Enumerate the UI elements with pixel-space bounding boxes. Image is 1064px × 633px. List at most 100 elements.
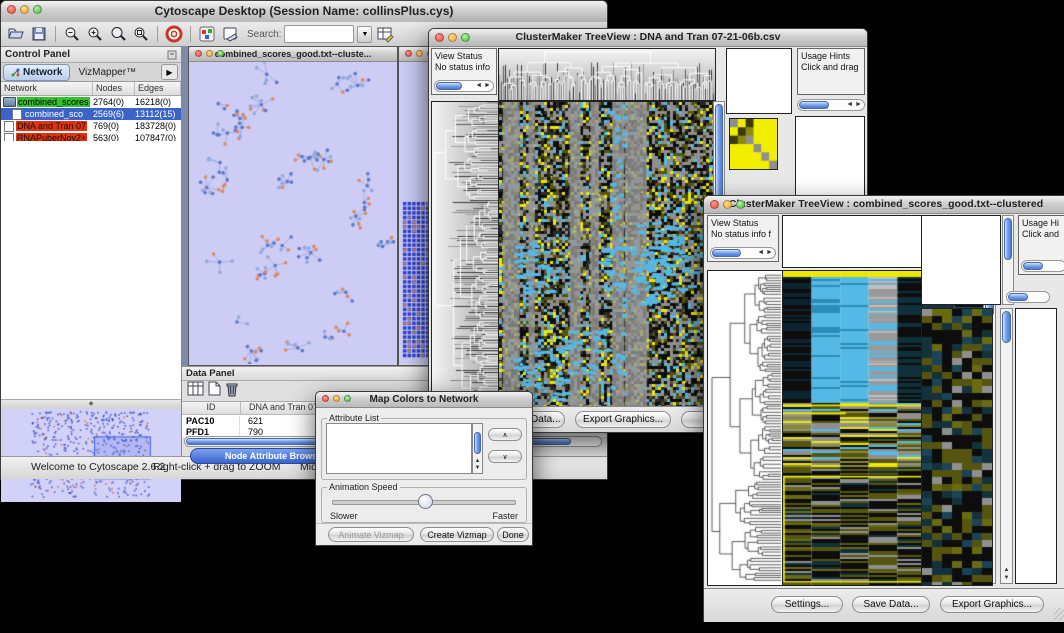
usage-hints-scrollbar[interactable] bbox=[1021, 260, 1064, 272]
scroll-arrows-icon[interactable]: ◄ ► bbox=[757, 248, 773, 258]
attribute-list[interactable] bbox=[326, 423, 472, 474]
zoom-button[interactable] bbox=[344, 395, 351, 402]
scrollbar-thumb[interactable] bbox=[712, 249, 741, 257]
zoom-out-icon[interactable] bbox=[62, 24, 82, 44]
close-button[interactable] bbox=[322, 395, 329, 402]
zoom-in-icon[interactable] bbox=[85, 24, 105, 44]
attribute-list-scrollbar[interactable]: ▲ ▼ bbox=[472, 423, 483, 474]
scroll-up-icon[interactable]: ▲ bbox=[473, 458, 482, 465]
network-table-row[interactable]: combined_sco 2569(6) 13112(15) bbox=[1, 108, 181, 120]
usage-hints-scrollbar[interactable]: ◄ ► bbox=[797, 99, 865, 111]
col-edges[interactable]: Edges bbox=[135, 82, 181, 95]
zoom-hscrollbar[interactable] bbox=[1006, 291, 1050, 303]
minimize-button[interactable] bbox=[20, 5, 29, 14]
zoom-fit-icon[interactable] bbox=[131, 24, 151, 44]
zoom-button[interactable] bbox=[461, 33, 470, 42]
tab-overflow-button[interactable]: ▶ bbox=[161, 64, 178, 80]
scrollbar-thumb[interactable] bbox=[1023, 262, 1043, 270]
minimize-button[interactable] bbox=[333, 395, 340, 402]
scroll-arrows-icon[interactable]: ◄ ► bbox=[846, 100, 862, 110]
close-button[interactable] bbox=[710, 200, 719, 209]
move-attribute-up-button[interactable]: ∧ bbox=[488, 428, 522, 441]
help-lifering-icon[interactable] bbox=[164, 24, 184, 44]
zoom-button[interactable] bbox=[33, 5, 42, 14]
tab-vizmapper[interactable]: VizMapper™ bbox=[72, 67, 142, 78]
col-nodes[interactable]: Nodes bbox=[93, 82, 135, 95]
vscrollbar-thumb[interactable] bbox=[1002, 311, 1011, 343]
done-button[interactable]: Done bbox=[497, 527, 529, 542]
window-controls[interactable] bbox=[7, 5, 42, 14]
save-icon[interactable] bbox=[29, 24, 49, 44]
zoom-button[interactable] bbox=[217, 50, 224, 57]
column-labels[interactable] bbox=[921, 215, 1001, 305]
main-title-bar[interactable]: Cytoscape Desktop (Session Name: collins… bbox=[1, 1, 607, 23]
select-attributes-icon[interactable] bbox=[187, 381, 204, 401]
vscrollbar-thumb[interactable] bbox=[715, 104, 723, 202]
vscrollbar-thumb[interactable] bbox=[1004, 218, 1012, 260]
global-heatmap[interactable] bbox=[498, 101, 714, 414]
network-view-title-bar[interactable]: combined_scores_good.txt--cluste... bbox=[189, 47, 397, 62]
move-attribute-down-button[interactable]: ∨ bbox=[488, 450, 522, 463]
col-network[interactable]: Network bbox=[1, 82, 93, 95]
delete-attribute-trash-icon[interactable] bbox=[225, 381, 239, 402]
view-status-scrollbar[interactable]: ◄ ► bbox=[710, 247, 776, 259]
close-button[interactable] bbox=[7, 5, 16, 14]
treeview2-title-bar[interactable]: ClusterMaker TreeView : combined_scores_… bbox=[704, 196, 1064, 214]
annotation-icon[interactable] bbox=[220, 24, 240, 44]
scrollbar-thumb[interactable] bbox=[1008, 293, 1028, 301]
minimize-button[interactable] bbox=[206, 50, 213, 57]
close-button[interactable] bbox=[435, 33, 444, 42]
search-dropdown-arrow-icon[interactable]: ▼ bbox=[357, 26, 372, 43]
close-button[interactable] bbox=[405, 50, 412, 57]
scroll-up-icon[interactable]: ▲ bbox=[1001, 567, 1012, 574]
vizmap-icon[interactable] bbox=[197, 24, 217, 44]
data-col-id[interactable]: ID bbox=[182, 402, 241, 414]
network-canvas[interactable] bbox=[189, 62, 395, 364]
zoom-selected-icon[interactable] bbox=[108, 24, 128, 44]
minimize-button[interactable] bbox=[723, 200, 732, 209]
tab-network[interactable]: Network bbox=[3, 64, 70, 81]
float-panel-icon[interactable] bbox=[167, 50, 177, 65]
gene-list[interactable] bbox=[1015, 308, 1057, 584]
scrollbar-thumb[interactable] bbox=[436, 82, 462, 90]
close-button[interactable] bbox=[195, 50, 202, 57]
scroll-down-icon[interactable]: ▼ bbox=[473, 465, 482, 472]
column-labels[interactable] bbox=[726, 48, 792, 114]
open-file-icon[interactable] bbox=[6, 24, 26, 44]
window-controls[interactable] bbox=[322, 395, 351, 402]
row-dendrogram[interactable] bbox=[431, 101, 499, 414]
network-table-row[interactable]: combined_scores 2764(0) 16218(0) bbox=[1, 96, 181, 108]
resize-grip[interactable] bbox=[1054, 608, 1064, 620]
minimize-button[interactable] bbox=[448, 33, 457, 42]
create-vizmap-button[interactable]: Create Vizmap bbox=[420, 527, 494, 542]
zoom-heatmap[interactable] bbox=[921, 308, 993, 586]
treeview1-title-bar[interactable]: ClusterMaker TreeView : DNA and Tran 07-… bbox=[429, 29, 867, 47]
minimize-button[interactable] bbox=[416, 50, 423, 57]
zoom-button[interactable] bbox=[736, 200, 745, 209]
dialog-title-bar[interactable]: Map Colors to Network bbox=[316, 392, 532, 408]
animate-vizmap-button[interactable]: Animate Vizmap bbox=[328, 527, 414, 542]
window-controls[interactable] bbox=[435, 33, 470, 42]
view-status-scrollbar[interactable]: ◄ ► bbox=[434, 80, 494, 92]
save-data-button[interactable]: Save Data... bbox=[852, 596, 930, 613]
scrollbar-thumb[interactable] bbox=[799, 101, 829, 109]
column-dendrogram[interactable] bbox=[498, 48, 716, 101]
vscrollbar-thumb[interactable] bbox=[474, 432, 481, 454]
attribute-table-icon[interactable] bbox=[375, 24, 395, 44]
zoom-vscrollbar[interactable]: ▲ ▼ bbox=[1000, 308, 1013, 584]
settings-button[interactable]: Settings... bbox=[771, 596, 843, 613]
new-attribute-icon[interactable] bbox=[208, 381, 221, 401]
export-graphics-button[interactable]: Export Graphics... bbox=[940, 596, 1044, 613]
search-input[interactable] bbox=[284, 25, 354, 43]
treeview-window-combined: ClusterMaker TreeView : combined_scores_… bbox=[703, 195, 1064, 622]
speed-slider-knob[interactable] bbox=[418, 494, 433, 509]
network-table-row[interactable]: DNA and Tran 07 769(0) 183728(0) bbox=[1, 120, 181, 132]
network-type-icon bbox=[12, 109, 22, 120]
zoom-heatmap[interactable] bbox=[729, 118, 778, 170]
export-graphics-button[interactable]: Export Graphics... bbox=[575, 411, 671, 428]
window-controls[interactable] bbox=[710, 200, 745, 209]
scroll-arrows-icon[interactable]: ◄ ► bbox=[475, 81, 491, 91]
window-controls[interactable] bbox=[195, 50, 224, 57]
row-dendrogram[interactable] bbox=[707, 270, 783, 586]
scroll-down-icon[interactable]: ▼ bbox=[1001, 575, 1012, 582]
